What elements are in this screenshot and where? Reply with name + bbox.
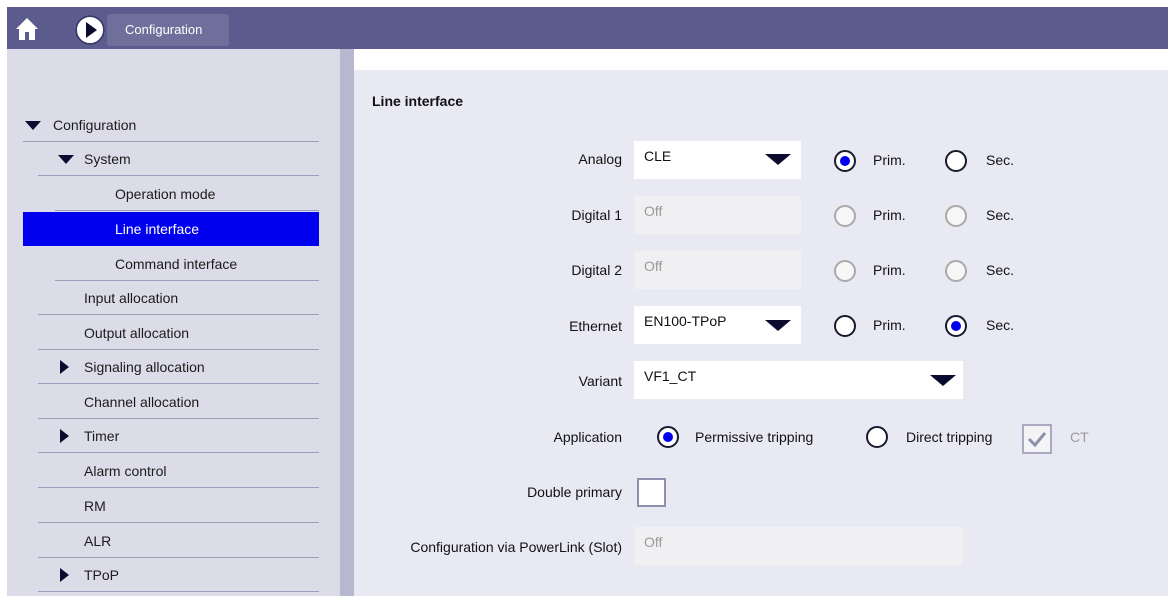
sidebar-item-system[interactable]: System xyxy=(38,142,319,176)
digital2-select[interactable]: Off xyxy=(634,251,801,289)
sidebar-item-alr[interactable]: ALR xyxy=(38,524,319,558)
title-bar: Configuration xyxy=(7,7,1168,49)
radio-selected-dot xyxy=(840,156,850,166)
chevron-down-icon[interactable] xyxy=(58,155,74,164)
forward-icon[interactable] xyxy=(75,15,105,45)
ethernet-label: Ethernet xyxy=(569,318,622,334)
sidebar-item-rm[interactable]: RM xyxy=(38,489,319,523)
analog-prim-radio[interactable] xyxy=(834,150,856,172)
sidebar-item-label: Output allocation xyxy=(84,325,190,341)
powerlink-select[interactable]: Off xyxy=(634,527,963,565)
double-primary-label: Double primary xyxy=(527,484,622,500)
sidebar-item-label: Input allocation xyxy=(84,290,179,306)
digital1-label: Digital 1 xyxy=(571,207,622,223)
sidebar-item-label: Configuration xyxy=(53,117,137,133)
radio-selected-dot xyxy=(951,321,961,331)
sidebar-splitter[interactable] xyxy=(340,49,354,596)
chevron-down-icon xyxy=(765,320,791,331)
ethernet-select[interactable]: EN100-TPoP xyxy=(634,306,801,344)
digital2-sec-label: Sec. xyxy=(986,262,1015,278)
digital1-select[interactable]: Off xyxy=(634,196,801,234)
breadcrumb-configuration[interactable]: Configuration xyxy=(107,14,229,46)
chevron-right-icon[interactable] xyxy=(60,360,69,374)
direct-tripping-label: Direct tripping xyxy=(906,429,993,445)
analog-sec-label: Sec. xyxy=(986,152,1015,168)
permissive-tripping-label: Permissive tripping xyxy=(695,429,814,445)
chevron-down-icon xyxy=(765,154,791,165)
double-primary-checkbox[interactable] xyxy=(637,478,666,507)
digital1-sec-radio[interactable] xyxy=(945,205,967,227)
powerlink-select-value: Off xyxy=(644,534,663,550)
ct-label: CT xyxy=(1070,429,1089,445)
ethernet-select-value: EN100-TPoP xyxy=(644,313,727,329)
variant-select-value: VF1_CT xyxy=(644,368,697,384)
sidebar-item-label: Line interface xyxy=(115,221,200,237)
variant-label: Variant xyxy=(578,373,622,389)
analog-sec-radio[interactable] xyxy=(945,150,967,172)
chevron-right-icon[interactable] xyxy=(60,568,69,582)
sidebar-item-label: Operation mode xyxy=(115,186,216,202)
digital1-prim-radio[interactable] xyxy=(834,205,856,227)
sidebar-item-channel-allocation[interactable]: Channel allocation xyxy=(38,385,319,419)
digital1-sec-label: Sec. xyxy=(986,207,1015,223)
digital2-prim-radio[interactable] xyxy=(834,260,856,282)
sidebar-item-output-allocation[interactable]: Output allocation xyxy=(38,316,319,350)
sidebar-item-label: Timer xyxy=(84,428,120,444)
sidebar-item-tpop[interactable]: TPoP xyxy=(38,558,319,592)
chevron-down-icon xyxy=(930,375,956,386)
chevron-right-icon[interactable] xyxy=(60,429,69,443)
radio-selected-dot xyxy=(663,432,673,442)
ethernet-prim-radio[interactable] xyxy=(834,315,856,337)
ethernet-sec-label: Sec. xyxy=(986,317,1015,333)
sidebar-item-label: Signaling allocation xyxy=(84,359,205,375)
analog-prim-label: Prim. xyxy=(873,152,906,168)
sidebar-item-label: TPoP xyxy=(84,567,120,583)
sidebar-item-label: Alarm control xyxy=(84,463,167,479)
variant-select[interactable]: VF1_CT xyxy=(634,361,963,399)
digital2-prim-label: Prim. xyxy=(873,262,906,278)
analog-select[interactable]: CLE xyxy=(634,141,801,179)
sidebar-item-command-interface[interactable]: Command interface xyxy=(55,247,319,281)
powerlink-label: Configuration via PowerLink (Slot) xyxy=(410,539,622,555)
application-label: Application xyxy=(553,429,623,445)
sidebar-item-label: System xyxy=(84,151,131,167)
sidebar-item-alarm-control[interactable]: Alarm control xyxy=(38,454,319,488)
digital1-select-value: Off xyxy=(644,203,663,219)
ct-checkbox[interactable] xyxy=(1022,424,1052,454)
sidebar-item-label: RM xyxy=(84,498,106,514)
analog-label: Analog xyxy=(578,151,622,167)
direct-tripping-radio[interactable] xyxy=(866,426,888,448)
home-icon[interactable] xyxy=(14,16,40,42)
section-title: Line interface xyxy=(372,93,464,109)
permissive-tripping-radio[interactable] xyxy=(657,426,679,448)
ethernet-sec-radio[interactable] xyxy=(945,315,967,337)
digital2-select-value: Off xyxy=(644,258,663,274)
chevron-down-icon[interactable] xyxy=(25,121,41,130)
checkmark-icon xyxy=(1027,432,1047,448)
digital1-prim-label: Prim. xyxy=(873,207,906,223)
sidebar-item-signaling-allocation[interactable]: Signaling allocation xyxy=(38,350,319,384)
sidebar-item-label: Command interface xyxy=(115,256,238,272)
sidebar-item-timer[interactable]: Timer xyxy=(38,419,319,453)
sidebar-item-input-allocation[interactable]: Input allocation xyxy=(38,281,319,315)
sidebar-item-label: Channel allocation xyxy=(84,394,200,410)
sidebar-item-configuration[interactable]: Configuration xyxy=(23,108,319,142)
sidebar-item-label: ALR xyxy=(84,533,112,549)
analog-select-value: CLE xyxy=(644,148,672,164)
ethernet-prim-label: Prim. xyxy=(873,317,906,333)
digital2-label: Digital 2 xyxy=(571,262,622,278)
sidebar-item-line-interface[interactable]: Line interface xyxy=(23,212,319,246)
digital2-sec-radio[interactable] xyxy=(945,260,967,282)
sidebar-item-operation-mode[interactable]: Operation mode xyxy=(55,177,319,211)
